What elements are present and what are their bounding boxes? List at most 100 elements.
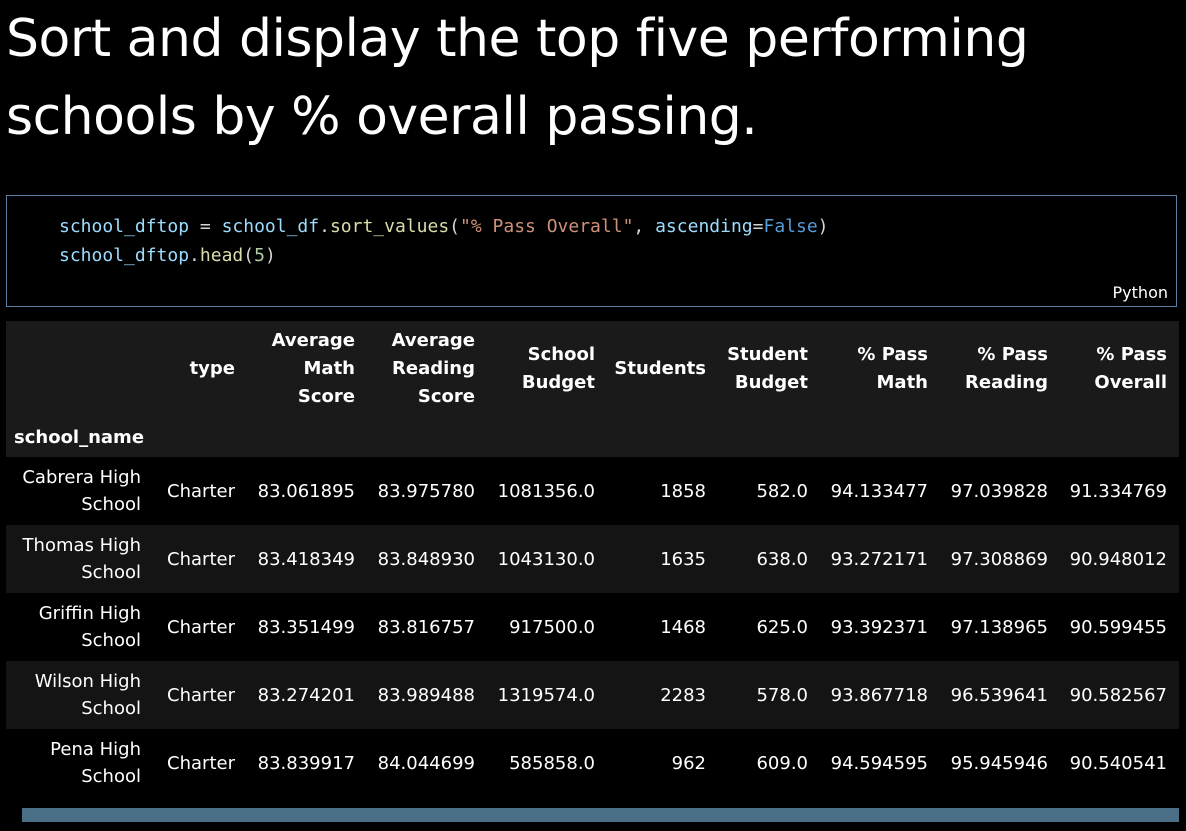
row-index-label: Wilson High School xyxy=(34,671,141,719)
table-cell: 578.0 xyxy=(756,684,808,706)
table-cell: 83.816757 xyxy=(377,616,475,638)
table-cell: 97.138965 xyxy=(950,616,1048,638)
column-header: % Pass Overall xyxy=(1060,321,1179,417)
row-index-label: Pena High School xyxy=(50,739,141,787)
table-cell: 95.945946 xyxy=(950,752,1048,774)
table-cell: 90.948012 xyxy=(1069,548,1167,570)
dataframe-table: type Average Math Score Average Reading … xyxy=(6,321,1179,797)
cell-output: type Average Math Score Average Reading … xyxy=(6,321,1179,798)
table-cell: Charter xyxy=(167,616,235,638)
code-token: sort_values xyxy=(329,216,450,237)
table-cell: 83.061895 xyxy=(257,480,355,502)
table-cell: Charter xyxy=(167,752,235,774)
code-line-1[interactable]: school_dftop = school_df.sort_values("% … xyxy=(59,215,829,239)
table-cell: 962 xyxy=(671,752,706,774)
column-header: % Pass Reading xyxy=(940,321,1060,417)
table-cell: 83.989488 xyxy=(377,684,475,706)
code-token: = xyxy=(189,216,222,237)
index-header-blank xyxy=(367,417,487,457)
column-header: Average Math Score xyxy=(247,321,367,417)
code-token: , xyxy=(633,216,656,237)
table-cell: 585858.0 xyxy=(509,752,595,774)
column-header: % Pass Math xyxy=(820,321,940,417)
table-row: Wilson High School Charter 83.274201 83.… xyxy=(6,661,1179,729)
index-header-blank xyxy=(1060,417,1179,457)
column-header: School Budget xyxy=(487,321,607,417)
table-cell: 1081356.0 xyxy=(497,480,595,502)
column-header: Student Budget xyxy=(718,321,820,417)
table-cell: 94.594595 xyxy=(830,752,928,774)
code-token: ) xyxy=(264,245,276,266)
code-token: = xyxy=(752,216,764,237)
table-cell: 83.848930 xyxy=(377,548,475,570)
table-cell: 1635 xyxy=(660,548,706,570)
row-index-label: Cabrera High School xyxy=(22,467,141,515)
table-cell: 83.351499 xyxy=(257,616,355,638)
code-token: . xyxy=(319,216,330,237)
code-token: False xyxy=(763,216,818,237)
column-header: Students xyxy=(607,321,718,417)
index-header-blank xyxy=(153,417,247,457)
markdown-heading: Sort and display the top five performing… xyxy=(6,9,1029,147)
table-cell: 93.272171 xyxy=(830,548,928,570)
index-header-blank xyxy=(607,417,718,457)
index-header-blank xyxy=(247,417,367,457)
code-token: . xyxy=(189,245,200,266)
table-cell: 90.540541 xyxy=(1069,752,1167,774)
code-token: head xyxy=(199,245,244,266)
table-row: Thomas High School Charter 83.418349 83.… xyxy=(6,525,1179,593)
table-cell: 1468 xyxy=(660,616,706,638)
table-cell: 1043130.0 xyxy=(497,548,595,570)
table-cell: 96.539641 xyxy=(950,684,1048,706)
table-cell: 90.582567 xyxy=(1069,684,1167,706)
code-token: school_dftop xyxy=(59,216,190,237)
table-cell: 83.839917 xyxy=(257,752,355,774)
table-cell: 84.044699 xyxy=(377,752,475,774)
code-token: ) xyxy=(817,216,829,237)
table-row: Pena High School Charter 83.839917 84.04… xyxy=(6,729,1179,797)
table-cell: 91.334769 xyxy=(1069,480,1167,502)
table-cell: 582.0 xyxy=(756,480,808,502)
horizontal-scrollbar[interactable] xyxy=(22,808,1179,822)
table-cell: 93.867718 xyxy=(830,684,928,706)
column-header: type xyxy=(153,321,247,417)
index-header-blank xyxy=(487,417,607,457)
table-cell: 638.0 xyxy=(756,548,808,570)
table-cell: 97.308869 xyxy=(950,548,1048,570)
table-cell: 93.392371 xyxy=(830,616,928,638)
table-cell: 2283 xyxy=(660,684,706,706)
table-cell: Charter xyxy=(167,480,235,502)
table-cell: 609.0 xyxy=(756,752,808,774)
index-name-header: school_name xyxy=(6,417,153,457)
code-token: school_df xyxy=(221,216,320,237)
code-line-2[interactable]: school_dftop.head(5) xyxy=(59,244,276,268)
table-row: Cabrera High School Charter 83.061895 83… xyxy=(6,457,1179,525)
table-cell: 97.039828 xyxy=(950,480,1048,502)
table-cell: Charter xyxy=(167,548,235,570)
table-row: Griffin High School Charter 83.351499 83… xyxy=(6,593,1179,661)
table-cell: 90.599455 xyxy=(1069,616,1167,638)
table-cell: 83.418349 xyxy=(257,548,355,570)
row-index-label: Griffin High School xyxy=(38,603,141,651)
table-cell: 83.274201 xyxy=(257,684,355,706)
table-cell: 917500.0 xyxy=(509,616,595,638)
index-header-blank xyxy=(718,417,820,457)
table-cell: 625.0 xyxy=(756,616,808,638)
index-header-blank xyxy=(820,417,940,457)
index-header-blank xyxy=(940,417,1060,457)
code-token: ( xyxy=(449,216,461,237)
table-cell: 1858 xyxy=(660,480,706,502)
table-cell: 1319574.0 xyxy=(497,684,595,706)
index-header-blank xyxy=(6,321,153,417)
column-header: Average Reading Score xyxy=(367,321,487,417)
code-cell[interactable]: school_dftop = school_df.sort_values("% … xyxy=(6,195,1177,307)
code-token: school_dftop xyxy=(59,245,190,266)
code-token: ( xyxy=(243,245,255,266)
cell-language-label[interactable]: Python xyxy=(1113,283,1168,302)
table-cell: 83.975780 xyxy=(377,480,475,502)
table-cell: 94.133477 xyxy=(830,480,928,502)
row-index-label: Thomas High School xyxy=(22,535,141,583)
code-token: "% Pass Overall" xyxy=(460,216,634,237)
table-cell: Charter xyxy=(167,684,235,706)
code-token: 5 xyxy=(254,245,265,266)
